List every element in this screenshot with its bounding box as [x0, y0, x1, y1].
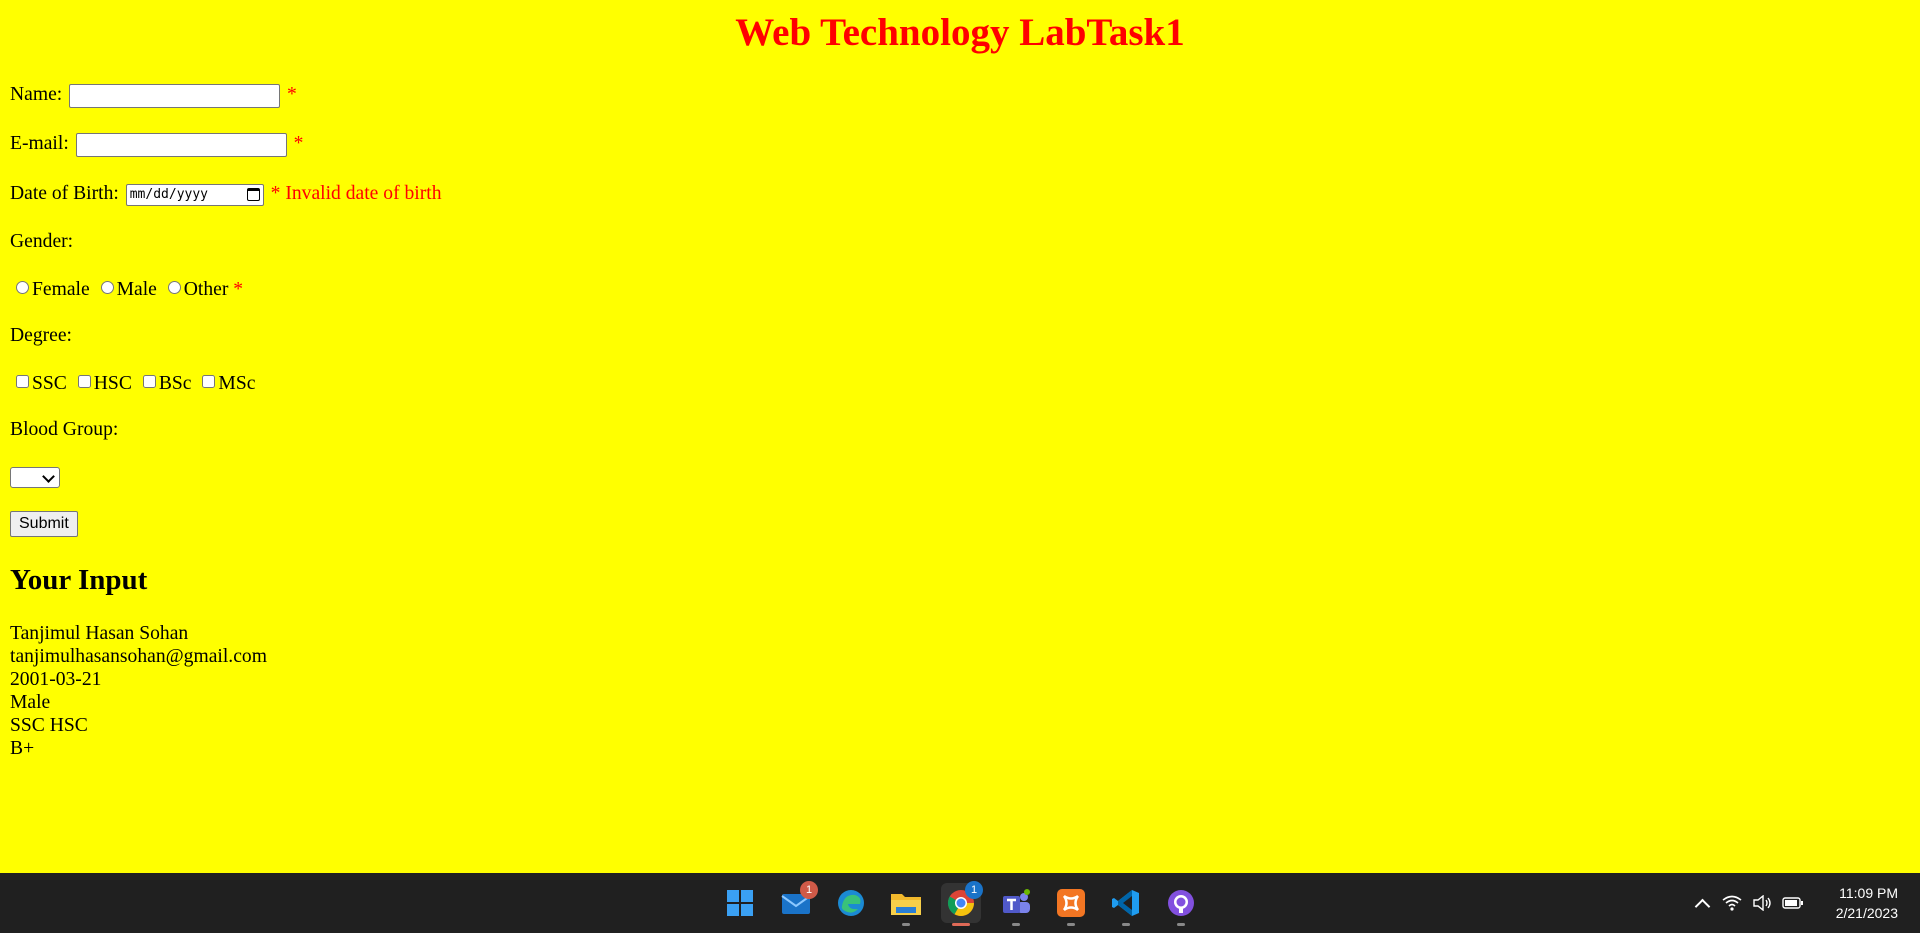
taskbar: 1 1 11:09 PM 2/21/2023	[0, 873, 1920, 933]
degree-hsc-label: HSC	[93, 373, 132, 394]
windows-start-icon[interactable]	[720, 883, 760, 923]
clock-time: 11:09 PM	[1839, 885, 1898, 901]
degree-msc-checkbox[interactable]	[202, 375, 216, 388]
submit-row: Submit	[10, 511, 78, 537]
dob-error: * Invalid date of birth	[270, 183, 442, 204]
edge-icon[interactable]	[831, 883, 871, 923]
chrome-active-indicator	[952, 923, 970, 926]
output-dob: 2001-03-21	[10, 669, 102, 690]
degree-label: Degree:	[10, 325, 73, 346]
form-page: Web Technology LabTask1 Name: * E-mail: …	[0, 0, 1920, 873]
email-row: E-mail: *	[10, 132, 303, 157]
github-icon[interactable]	[1161, 883, 1201, 926]
gender-options: Female Male Other *	[10, 278, 243, 302]
blood-group-select[interactable]	[10, 467, 60, 488]
gender-female-radio[interactable]	[16, 281, 29, 294]
blood-group-row	[10, 465, 60, 489]
vscode-running-indicator	[1122, 923, 1130, 926]
chevron-up-icon[interactable]	[1694, 898, 1711, 914]
output-email: tanjimulhasansohan@gmail.com	[10, 646, 267, 667]
output-block: Tanjimul Hasan Sohan tanjimulhasansohan@…	[10, 622, 267, 760]
gender-female-label: Female	[32, 279, 90, 300]
name-input[interactable]	[69, 83, 281, 108]
output-name: Tanjimul Hasan Sohan	[10, 623, 189, 644]
mail-badge: 1	[800, 881, 818, 899]
gender-other-label: Other	[183, 279, 229, 300]
chrome-badge: 1	[965, 881, 983, 899]
folder-icon[interactable]	[886, 883, 926, 926]
degree-bsc-label: BSc	[158, 373, 192, 394]
name-label: Name:	[10, 84, 63, 105]
degree-ssc-label: SSC	[32, 373, 67, 394]
email-required-mark: *	[293, 133, 304, 154]
name-row: Name: *	[10, 83, 297, 108]
xampp-running-indicator	[1067, 923, 1075, 926]
system-tray	[1693, 873, 1804, 933]
volume-icon[interactable]	[1752, 895, 1772, 911]
teams-icon[interactable]	[996, 883, 1036, 926]
dob-placeholder: mm/dd/yyyy	[129, 186, 209, 202]
name-required-mark: *	[287, 84, 297, 105]
output-heading: Your Input	[10, 564, 148, 596]
calendar-icon[interactable]	[246, 187, 260, 201]
vscode-icon[interactable]	[1106, 883, 1146, 926]
dob-input[interactable]: mm/dd/yyyy	[125, 183, 264, 206]
explorer-running-indicator	[902, 923, 910, 926]
page-title: Web Technology LabTask1	[735, 11, 1185, 54]
degree-bsc-checkbox[interactable]	[142, 375, 156, 388]
gender-other-radio[interactable]	[167, 281, 181, 294]
teams-running-indicator	[1012, 923, 1020, 926]
xampp-icon[interactable]	[1051, 883, 1091, 926]
output-blood: B+	[10, 738, 35, 759]
output-degree: SSC HSC	[10, 715, 88, 736]
degree-hsc-checkbox[interactable]	[77, 375, 91, 388]
gender-label: Gender:	[10, 231, 74, 252]
degree-options: SSC HSC BSc MSc	[10, 372, 255, 396]
blood-group-label: Blood Group:	[10, 419, 119, 440]
battery-icon[interactable]	[1782, 895, 1804, 911]
dob-label: Date of Birth:	[10, 183, 119, 204]
chevron-down-icon	[42, 470, 55, 483]
submit-button[interactable]: Submit	[10, 511, 78, 537]
mail-icon[interactable]: 1	[776, 881, 818, 923]
degree-msc-label: MSc	[218, 373, 256, 394]
github-running-indicator	[1177, 923, 1185, 926]
degree-ssc-checkbox[interactable]	[16, 375, 29, 388]
gender-male-radio[interactable]	[100, 281, 114, 294]
email-label: E-mail:	[10, 133, 69, 154]
output-gender: Male	[10, 692, 51, 713]
clock[interactable]: 11:09 PM 2/21/2023	[1836, 883, 1898, 923]
dob-row: Date of Birth: mm/dd/yyyy * Invalid date…	[10, 182, 442, 206]
wifi-icon[interactable]	[1722, 895, 1742, 911]
clock-date: 2/21/2023	[1835, 905, 1898, 921]
gender-required-mark: *	[233, 279, 244, 300]
email-input[interactable]	[75, 132, 287, 157]
gender-male-label: Male	[116, 279, 157, 300]
chrome-icon[interactable]: 1	[941, 881, 983, 926]
